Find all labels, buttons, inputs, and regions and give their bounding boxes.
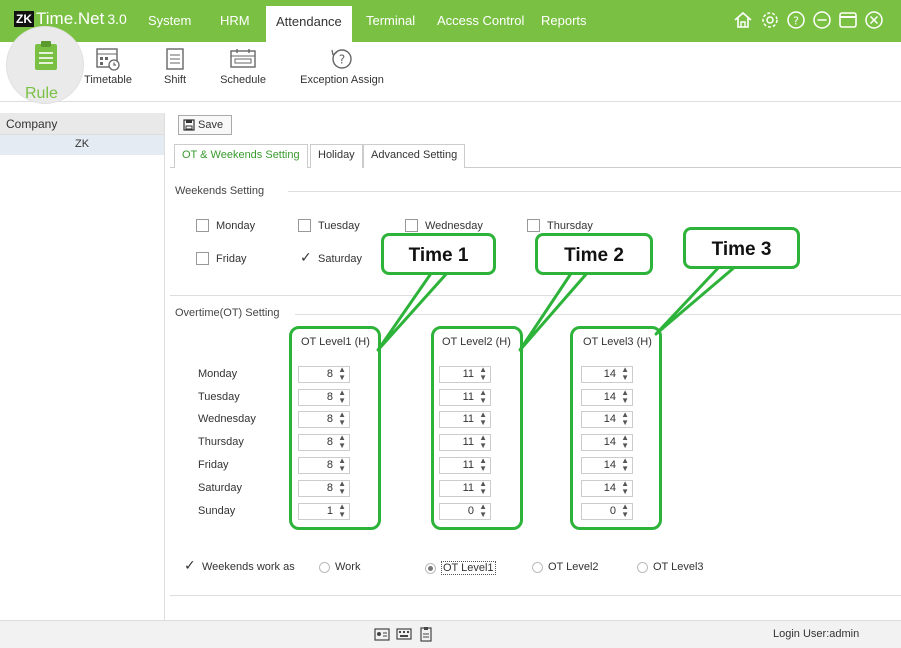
callout-tail-2: [518, 270, 590, 352]
status-icons: [374, 626, 434, 642]
id-card-icon[interactable]: [374, 626, 390, 642]
keyboard-icon[interactable]: [396, 626, 412, 642]
callout-tail-3: [654, 264, 738, 336]
login-user-text: Login User:admin: [773, 628, 860, 640]
callout-time-1: Time 1: [381, 233, 496, 275]
callout-time-2: Time 2: [535, 233, 653, 275]
status-bar: Login User:admin: [0, 620, 901, 648]
clipboard-icon[interactable]: [418, 626, 434, 642]
callout-time-3: Time 3: [683, 227, 800, 269]
callout-tail-1: [376, 270, 450, 352]
callout-tails: [376, 264, 738, 352]
